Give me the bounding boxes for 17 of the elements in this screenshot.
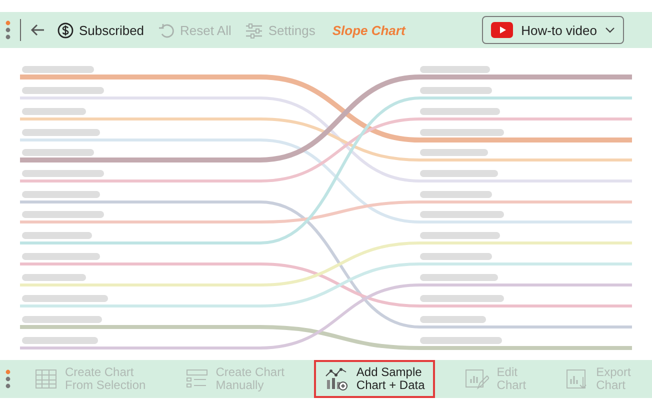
toolbar-button[interactable]: Add Sample Chart + Data [314,360,435,398]
video-button[interactable]: How-to video [482,16,624,44]
chart-edit-icon [464,368,489,390]
sliders-icon [245,22,264,38]
toolbar-button[interactable]: Subscribed [54,20,148,40]
chart-add-icon [324,367,348,391]
chart-export-icon [566,368,588,390]
play-icon [491,22,514,38]
dollar-icon [57,22,74,38]
reset-icon [158,22,176,38]
chart-title: Slope Chart [332,22,406,38]
kebab-icon[interactable] [5,369,11,389]
table-icon [35,368,57,390]
caret-icon [605,27,615,33]
kebab-icon[interactable] [5,20,11,40]
form-icon [186,368,208,390]
back-icon[interactable] [30,22,46,38]
